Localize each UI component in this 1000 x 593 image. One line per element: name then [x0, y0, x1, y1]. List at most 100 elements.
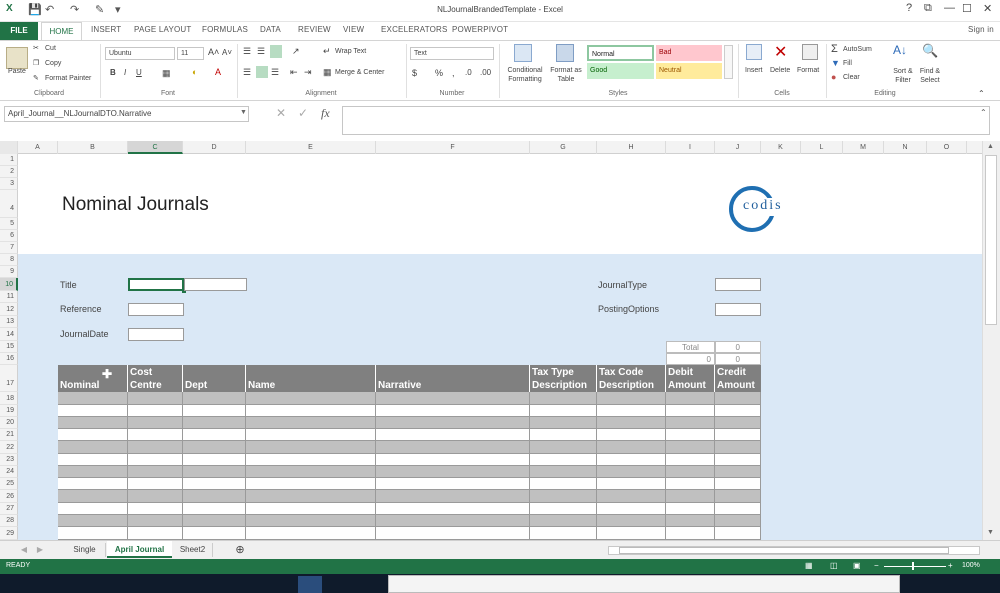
- table-cell[interactable]: [128, 454, 183, 466]
- style-normal[interactable]: Normal: [587, 45, 654, 61]
- table-cell[interactable]: [666, 490, 715, 503]
- row-header[interactable]: 21: [0, 429, 18, 441]
- column-header[interactable]: N: [884, 141, 927, 154]
- align-center-icon[interactable]: [256, 66, 268, 78]
- taskbar-app-icon[interactable]: [298, 576, 322, 593]
- row-header[interactable]: 11: [0, 291, 18, 303]
- name-box[interactable]: April_Journal__NLJournalDTO.Narrative: [4, 106, 249, 122]
- table-cell[interactable]: [530, 417, 597, 429]
- table-cell[interactable]: [666, 441, 715, 454]
- fill-color-icon[interactable]: ◐: [192, 67, 197, 77]
- table-cell[interactable]: [58, 429, 128, 441]
- table-cell[interactable]: [128, 490, 183, 503]
- table-cell[interactable]: [58, 515, 128, 527]
- conditional-formatting-icon[interactable]: [514, 44, 532, 62]
- journal-type-input[interactable]: [715, 278, 761, 291]
- table-cell[interactable]: [128, 503, 183, 515]
- cut-icon[interactable]: ✂: [33, 44, 39, 52]
- table-cell[interactable]: [666, 405, 715, 417]
- table-cell[interactable]: [128, 441, 183, 454]
- format-cells-icon[interactable]: [802, 44, 818, 60]
- grow-font-icon[interactable]: A˄: [208, 47, 219, 57]
- table-cell[interactable]: [183, 478, 246, 490]
- copy-icon[interactable]: ❐: [33, 59, 39, 67]
- row-header[interactable]: 13: [0, 316, 18, 328]
- style-neutral[interactable]: Neutral: [656, 63, 722, 79]
- scroll-up-icon[interactable]: ▲: [987, 143, 994, 150]
- table-cell[interactable]: [715, 405, 761, 417]
- table-cell[interactable]: [246, 392, 376, 405]
- format-painter-icon[interactable]: ✎: [33, 74, 39, 82]
- column-header[interactable]: I: [666, 141, 715, 154]
- table-cell[interactable]: [530, 392, 597, 405]
- table-cell[interactable]: [715, 441, 761, 454]
- maximize-icon[interactable]: ☐: [962, 2, 972, 15]
- table-cell[interactable]: [597, 515, 666, 527]
- table-cell[interactable]: [128, 417, 183, 429]
- table-cell[interactable]: [715, 466, 761, 478]
- bold-icon[interactable]: B: [110, 68, 116, 77]
- scroll-down-icon[interactable]: ▼: [987, 529, 994, 536]
- format-as-table-icon[interactable]: [556, 44, 574, 62]
- table-cell[interactable]: [183, 490, 246, 503]
- delete-cells-button[interactable]: Delete: [770, 67, 790, 74]
- formula-input[interactable]: [342, 106, 990, 135]
- fill-icon[interactable]: ▼: [831, 58, 840, 68]
- column-header[interactable]: J: [715, 141, 761, 154]
- table-cell[interactable]: [666, 515, 715, 527]
- column-header[interactable]: B: [58, 141, 128, 154]
- table-cell[interactable]: [58, 441, 128, 454]
- percent-icon[interactable]: %: [435, 68, 443, 78]
- sort-filter-button[interactable]: Sort & Filter: [888, 67, 918, 85]
- table-cell[interactable]: [715, 417, 761, 429]
- table-cell[interactable]: [246, 478, 376, 490]
- column-header[interactable]: E: [246, 141, 376, 154]
- autosum-button[interactable]: AutoSum: [843, 46, 872, 53]
- table-cell[interactable]: [58, 527, 128, 540]
- row-header[interactable]: 16: [0, 353, 18, 365]
- title-input[interactable]: [128, 278, 184, 291]
- tab-insert[interactable]: INSERT: [91, 25, 121, 34]
- table-cell[interactable]: [597, 527, 666, 540]
- row-header[interactable]: 6: [0, 230, 18, 242]
- column-header[interactable]: A: [18, 141, 58, 154]
- wrap-text-icon[interactable]: ↵: [323, 46, 331, 57]
- table-cell[interactable]: [530, 429, 597, 441]
- row-header[interactable]: 9: [0, 266, 18, 278]
- row-header[interactable]: 24: [0, 466, 18, 478]
- table-cell[interactable]: [183, 417, 246, 429]
- table-cell[interactable]: [530, 405, 597, 417]
- row-header[interactable]: 7: [0, 242, 18, 254]
- zoom-slider[interactable]: [884, 566, 946, 567]
- table-cell[interactable]: [58, 466, 128, 478]
- table-cell[interactable]: [58, 405, 128, 417]
- posting-options-input[interactable]: [715, 303, 761, 316]
- table-cell[interactable]: [246, 503, 376, 515]
- table-cell[interactable]: [246, 466, 376, 478]
- autosum-icon[interactable]: Σ: [831, 43, 838, 55]
- table-cell[interactable]: [246, 515, 376, 527]
- table-cell[interactable]: [58, 478, 128, 490]
- table-cell[interactable]: [530, 515, 597, 527]
- sort-filter-icon[interactable]: A↓: [893, 43, 907, 57]
- table-cell[interactable]: [183, 392, 246, 405]
- table-cell[interactable]: [715, 503, 761, 515]
- confirm-entry-icon[interactable]: ✓: [298, 106, 308, 120]
- format-cells-button[interactable]: Format: [797, 67, 819, 74]
- conditional-formatting-button[interactable]: Conditional Formatting: [503, 66, 547, 84]
- style-good[interactable]: Good: [587, 63, 654, 79]
- table-cell[interactable]: [183, 441, 246, 454]
- table-cell[interactable]: [530, 527, 597, 540]
- table-cell[interactable]: [666, 466, 715, 478]
- paste-icon[interactable]: [6, 47, 28, 69]
- table-cell[interactable]: [246, 454, 376, 466]
- row-header[interactable]: 14: [0, 328, 18, 341]
- table-cell[interactable]: [183, 466, 246, 478]
- orientation-icon[interactable]: ↗: [292, 46, 300, 57]
- table-cell[interactable]: [530, 478, 597, 490]
- tab-file[interactable]: FILE: [0, 22, 38, 40]
- vertical-scrollbar[interactable]: ▲ ▼: [982, 141, 1000, 540]
- tab-page-layout[interactable]: PAGE LAYOUT: [134, 25, 191, 34]
- table-cell[interactable]: [597, 490, 666, 503]
- style-bad[interactable]: Bad: [656, 45, 722, 61]
